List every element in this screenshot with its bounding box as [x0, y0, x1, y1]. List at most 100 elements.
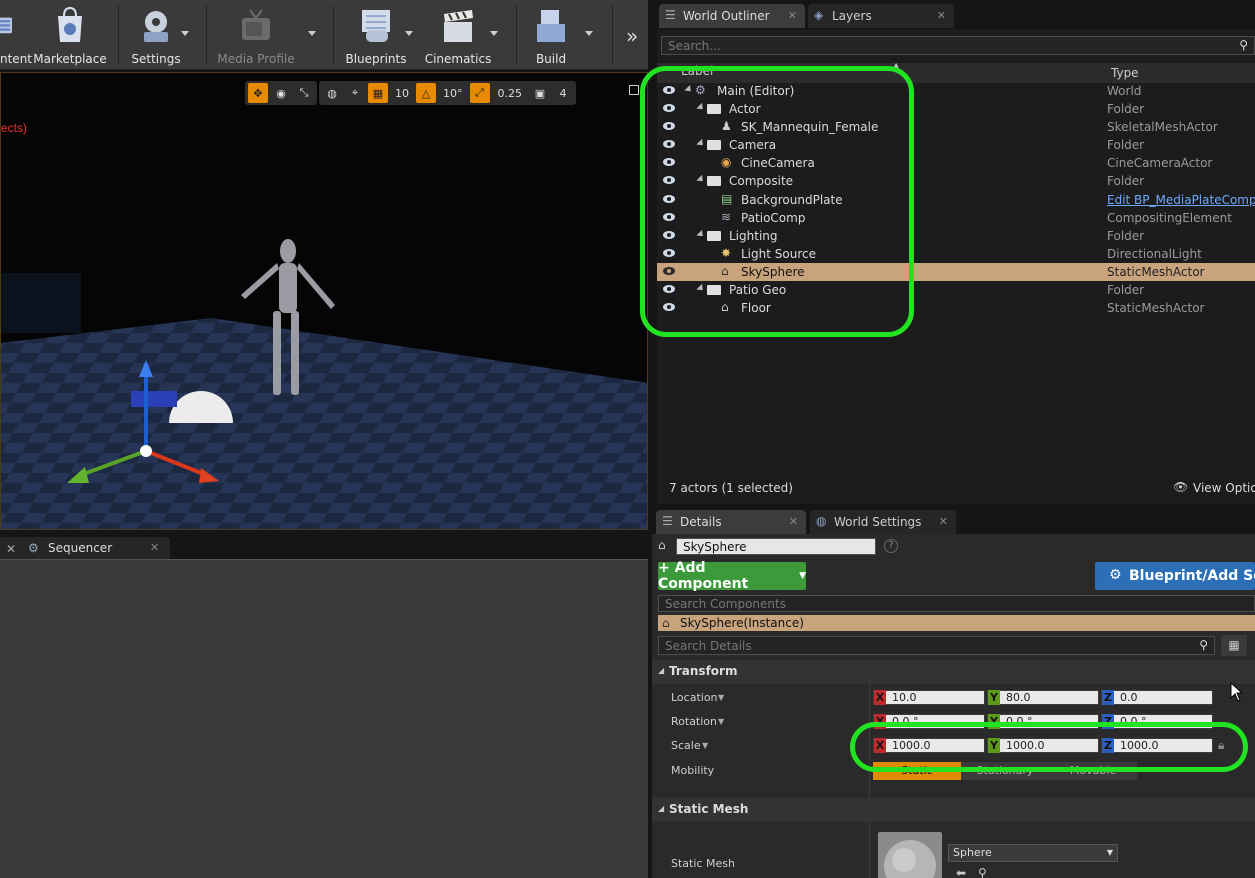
camera-speed-value[interactable]: 4 [553, 83, 573, 103]
settings-gear-icon [144, 11, 168, 42]
view-options-button[interactable]: View Option [1193, 481, 1255, 495]
blueprint-gear-icon: ⚙ [1109, 567, 1122, 583]
marketplace-icon [58, 6, 82, 42]
toolbar-overflow-icon[interactable]: » [626, 24, 638, 48]
z-axis-icon: Z [1102, 690, 1114, 705]
chevron-down-icon: ▼ [799, 571, 806, 581]
outliner-type: StaticMeshActor [1107, 265, 1205, 279]
main-toolbar: ntent Marketplace Settings Media Profile… [0, 0, 648, 70]
rotation-label[interactable]: Rotation [671, 715, 717, 728]
toolbar-content-button[interactable]: ntent [0, 4, 32, 66]
rotation-snap-icon[interactable]: △ [416, 83, 436, 103]
toolbar-media-profile-label: Media Profile [217, 52, 295, 66]
outliner-type: CineCameraActor [1107, 156, 1213, 170]
tab-world-settings[interactable]: ◍ World Settings ✕ [810, 510, 956, 534]
scale-label[interactable]: Scale [671, 739, 701, 752]
level-viewport[interactable]: ects) ✥ ◉ ⤡ ◍ ⌖ ▦ 10 △ 10° ⤢ 0.25 ▣ 4 [0, 72, 648, 530]
toolbar-marketplace-button[interactable]: Marketplace [33, 4, 107, 66]
cinematics-dropdown-arrow-icon[interactable] [490, 31, 498, 36]
build-dropdown-arrow-icon[interactable] [585, 31, 593, 36]
search-components-input[interactable]: Search Components [658, 595, 1255, 612]
sequencer-tab-close-icon[interactable]: ✕ [150, 541, 159, 554]
search-details-input[interactable]: Search Details ⚲ [658, 636, 1215, 655]
type-column-header[interactable]: Type [1111, 66, 1139, 80]
toolbar-settings-button[interactable]: Settings [128, 4, 184, 66]
layers-close-icon[interactable]: ✕ [937, 9, 946, 22]
actor-count-status: 7 actors (1 selected) [669, 481, 793, 495]
static-mesh-thumbnail[interactable] [878, 832, 942, 878]
static-mesh-header-label: Static Mesh [669, 802, 749, 816]
world-outliner-close-icon[interactable]: ✕ [788, 9, 797, 22]
toolbar-blueprints-label: Blueprints [345, 52, 407, 66]
blueprint-add-script-label: Blueprint/Add Scri [1129, 568, 1255, 584]
location-y-field[interactable]: Y 80.0 [987, 690, 1099, 705]
toolbar-build-button[interactable]: Build [528, 4, 574, 66]
media-profile-dropdown-arrow-icon[interactable] [308, 31, 316, 36]
location-x-field[interactable]: X 10.0 [873, 690, 985, 705]
help-icon[interactable]: ? [884, 539, 898, 553]
rotate-mode-icon[interactable]: ◉ [271, 83, 291, 103]
toolbar-cinematics-label: Cinematics [424, 52, 492, 66]
scale-snap-value[interactable]: 0.25 [493, 83, 528, 103]
outliner-type: Folder [1107, 283, 1145, 297]
column-divider [869, 684, 870, 878]
scale-mode-icon[interactable]: ⤡ [294, 83, 314, 103]
static-mesh-section-header[interactable]: ◢ Static Mesh [652, 798, 1255, 822]
maximize-viewport-icon[interactable] [629, 85, 639, 95]
scale-dropdown-icon[interactable]: ▼ [702, 741, 708, 750]
sequencer-tab-close-left-icon[interactable]: ✕ [6, 542, 16, 556]
world-outliner-tab-label: World Outliner [683, 9, 770, 23]
blueprints-icon [362, 10, 390, 42]
camera-speed-icon[interactable]: ▣ [530, 83, 550, 103]
tab-details[interactable]: ☰ Details ✕ [656, 510, 806, 534]
surface-snap-icon[interactable]: ⌖ [345, 83, 365, 103]
tab-layers[interactable]: ◈ Layers ✕ [808, 4, 954, 28]
toolbar-separator [612, 6, 613, 64]
browse-search-icon[interactable]: ⚲ [978, 866, 987, 878]
world-settings-tab-label: World Settings [834, 515, 922, 529]
world-local-icon[interactable]: ◍ [322, 83, 342, 103]
outliner-search-input[interactable]: Search... ⚲ [661, 36, 1255, 55]
property-matrix-icon[interactable]: ▦ [1221, 635, 1247, 656]
location-z-field[interactable]: Z 0.0 [1101, 690, 1213, 705]
location-dropdown-icon[interactable]: ▼ [718, 693, 724, 702]
view-options-eye-icon[interactable]: 👁 [1173, 480, 1188, 494]
component-instance-row[interactable]: ⌂ SkySphere(Instance) [658, 615, 1255, 631]
x-axis-icon: X [874, 690, 886, 705]
outliner-type: Folder [1107, 102, 1145, 116]
settings-dropdown-arrow-icon[interactable] [181, 31, 189, 36]
grid-snap-icon[interactable]: ▦ [368, 83, 388, 103]
cinematics-clapper-icon [444, 10, 473, 42]
static-mesh-asset-value: Sphere [953, 846, 992, 859]
collapse-arrow-icon[interactable]: ◢ [658, 804, 664, 813]
location-label[interactable]: Location [671, 691, 718, 704]
tab-sequencer[interactable]: ✕ ⚙ Sequencer ✕ [0, 537, 170, 559]
actor-name-field[interactable]: SkySphere [676, 538, 876, 555]
toolbar-cinematics-button[interactable]: Cinematics [425, 4, 491, 66]
add-component-button[interactable]: + Add Component ▼ [658, 560, 806, 592]
sequencer-panel[interactable] [0, 559, 648, 878]
scale-snap-icon[interactable]: ⤢ [469, 83, 490, 103]
static-mesh-asset-picker[interactable]: Sphere ▼ [948, 844, 1118, 862]
toolbar-separator [206, 6, 207, 64]
rotation-dropdown-icon[interactable]: ▼ [718, 717, 724, 726]
viewport-snap-toolbar: ◍ ⌖ ▦ 10 △ 10° ⤢ 0.25 ▣ 4 [319, 81, 576, 105]
grid-snap-value[interactable]: 10 [391, 83, 413, 103]
details-close-icon[interactable]: ✕ [789, 515, 798, 528]
transform-section-header[interactable]: ◢ Transform [652, 660, 1255, 684]
outliner-type: DirectionalLight [1107, 247, 1202, 261]
rotation-snap-value[interactable]: 10° [439, 83, 467, 103]
camera-mesh [131, 391, 177, 407]
edit-blueprint-link[interactable]: Edit BP_MediaPlateCompl [1107, 193, 1255, 207]
instance-mesh-icon: ⌂ [662, 616, 670, 630]
toolbar-media-profile-button[interactable]: Media Profile [217, 4, 295, 66]
toolbar-blueprints-button[interactable]: Blueprints [344, 4, 408, 66]
blueprints-dropdown-arrow-icon[interactable] [405, 31, 413, 36]
collapse-arrow-icon[interactable]: ◢ [658, 666, 664, 675]
tab-world-outliner[interactable]: ☰ World Outliner ✕ [659, 4, 805, 28]
viewport-scene: ects) [1, 121, 647, 529]
world-settings-close-icon[interactable]: ✕ [939, 515, 948, 528]
translate-mode-icon[interactable]: ✥ [248, 83, 268, 103]
use-selected-arrow-icon[interactable]: ⬅ [956, 866, 966, 878]
blueprint-add-script-button[interactable]: ⚙ Blueprint/Add Scri [1095, 562, 1255, 590]
